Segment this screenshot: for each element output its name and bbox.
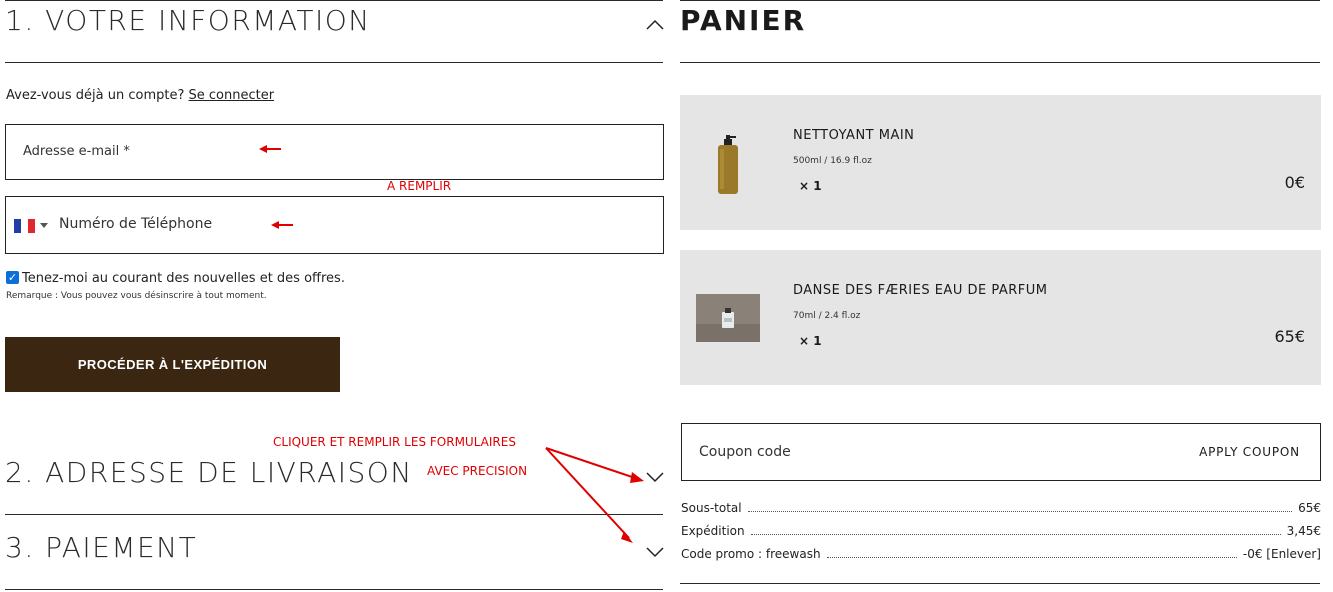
email-placeholder: Adresse e-mail *	[23, 144, 130, 159]
cart-title: PANIER	[680, 4, 807, 37]
phone-placeholder: Numéro de Téléphone	[59, 216, 213, 232]
section-1-divider	[5, 62, 663, 63]
item-quantity: × 1	[799, 334, 822, 348]
account-prompt: Avez-vous déjà un compte? Se connecter	[6, 88, 274, 103]
perfume-bottle-photo	[696, 294, 760, 342]
section-3-divider	[5, 589, 663, 590]
cart-item: NETTOYANT MAIN 500ml / 16.9 fl.oz × 1 0€	[680, 95, 1321, 230]
newsletter-checkbox[interactable]: ✓	[6, 271, 19, 284]
chevron-down-icon[interactable]	[645, 545, 665, 559]
item-size: 70ml / 2.4 fl.oz	[793, 311, 861, 321]
promo-row: Code promo : freewash -0€ [Enlever]	[681, 545, 1321, 561]
subtotal-value: 65€	[1298, 501, 1321, 515]
section-2-title[interactable]: 2. ADRESSE DE LIVRAISON	[5, 456, 413, 489]
subtotal-row: Sous-total 65€	[681, 499, 1321, 515]
red-arrow-left-icon	[259, 145, 281, 153]
top-divider	[5, 0, 663, 1]
section-1-title[interactable]: 1. VOTRE INFORMATION	[5, 4, 371, 37]
item-price: 0€	[1284, 173, 1305, 192]
email-field[interactable]: Adresse e-mail *	[5, 124, 664, 180]
coupon-input[interactable]	[682, 424, 1180, 480]
proceed-to-shipping-button[interactable]: PROCÉDER À L'EXPÉDITION	[5, 337, 340, 392]
promo-value-remove-link[interactable]: -0€ [Enlever]	[1243, 547, 1321, 561]
click-hint-annotation: CLIQUER ET REMPLIR LES FORMULAIRES	[273, 435, 516, 449]
amber-soap-bottle-icon	[718, 135, 738, 194]
cart-item: DANSE DES FÆRIES EAU DE PARFUM 70ml / 2.…	[680, 250, 1321, 385]
precision-hint-annotation: AVEC PRECISION	[427, 464, 528, 478]
login-link[interactable]: Se connecter	[189, 88, 275, 103]
section-3-title[interactable]: 3. PAIEMENT	[5, 531, 197, 564]
caret-down-icon[interactable]	[40, 223, 48, 229]
item-size: 500ml / 16.9 fl.oz	[793, 156, 872, 166]
shipping-label: Expédition	[681, 524, 745, 538]
apply-coupon-button[interactable]: APPLY COUPON	[1179, 424, 1320, 480]
fill-hint-annotation: A REMPLIR	[387, 179, 452, 193]
summary-divider	[680, 583, 1320, 584]
newsletter-label: Tenez-moi au courant des nouvelles et de…	[22, 271, 345, 286]
item-name[interactable]: NETTOYANT MAIN	[793, 128, 914, 143]
item-quantity: × 1	[799, 179, 822, 193]
france-flag-icon[interactable]	[14, 219, 35, 233]
account-question: Avez-vous déjà un compte?	[6, 88, 185, 103]
subtotal-label: Sous-total	[681, 501, 742, 515]
phone-field[interactable]: Numéro de Téléphone	[5, 196, 664, 254]
coupon-form: APPLY COUPON	[681, 423, 1321, 481]
unsubscribe-remark: Remarque : Vous pouvez vous désinscrire …	[6, 291, 267, 301]
chevron-up-icon[interactable]	[645, 18, 665, 32]
item-price: 65€	[1274, 327, 1305, 346]
top-divider-cart	[680, 0, 1320, 1]
shipping-row: Expédition 3,45€	[681, 522, 1321, 538]
red-arrow-left-icon	[271, 221, 293, 229]
item-name[interactable]: DANSE DES FÆRIES EAU DE PARFUM	[793, 283, 1047, 298]
promo-label: Code promo : freewash	[681, 547, 821, 561]
cart-divider	[680, 62, 1320, 63]
red-arrows-icon	[545, 447, 644, 543]
shipping-value: 3,45€	[1286, 524, 1321, 538]
